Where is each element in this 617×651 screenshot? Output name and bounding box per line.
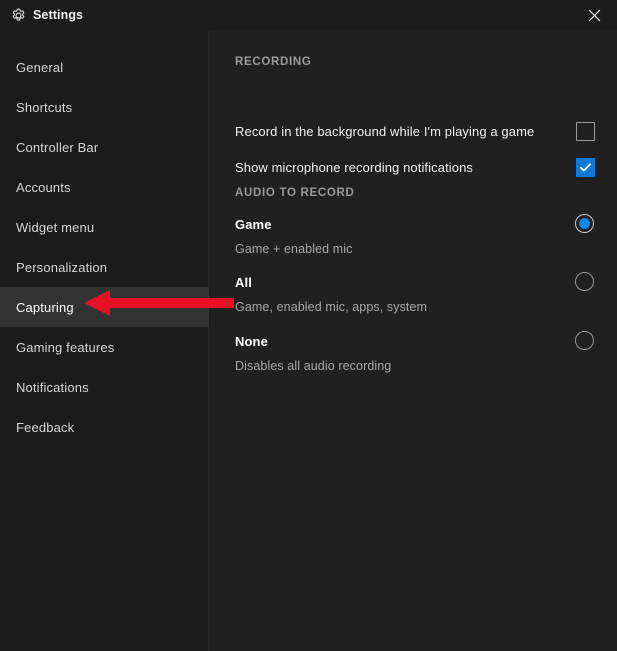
- sidebar-item-general[interactable]: General: [0, 47, 209, 87]
- close-icon: [588, 9, 600, 22]
- sidebar-item-label: General: [16, 59, 64, 75]
- title-bar-left: Settings: [0, 8, 83, 23]
- sidebar-item-widget-menu[interactable]: Widget menu: [0, 207, 209, 247]
- radio-option-texts: All Game, enabled mic, apps, system: [235, 276, 427, 314]
- sidebar-item-controller-bar[interactable]: Controller Bar: [0, 127, 209, 167]
- checkbox-record-in-background[interactable]: [576, 121, 595, 141]
- sidebar-nav-list: General Shortcuts Controller Bar Account…: [0, 47, 209, 447]
- checkbox-mic-notifications[interactable]: [576, 157, 595, 177]
- window-title: Settings: [33, 8, 84, 23]
- sidebar-item-label: Personalization: [16, 259, 108, 275]
- sidebar-item-label: Controller Bar: [16, 139, 99, 155]
- setting-label: Record in the background while I'm playi…: [235, 123, 535, 139]
- radio-option-title: None: [235, 334, 268, 349]
- sidebar-item-label: Notifications: [16, 379, 89, 395]
- sidebar-item-label: Widget menu: [16, 219, 95, 235]
- sidebar-item-label: Feedback: [16, 419, 75, 435]
- radio-option-subtitle: Disables all audio recording: [235, 359, 392, 373]
- radio-option-texts: Game Game + enabled mic: [235, 218, 353, 256]
- settings-window: Settings General Shortcuts Controller Ba…: [0, 0, 617, 651]
- sidebar: General Shortcuts Controller Bar Account…: [0, 31, 209, 651]
- title-bar: Settings: [0, 0, 617, 31]
- radio-button-game[interactable]: [575, 214, 594, 233]
- setting-label: Show microphone recording notifications: [235, 159, 474, 175]
- radio-option-subtitle: Game, enabled mic, apps, system: [235, 300, 428, 314]
- sidebar-item-personalization[interactable]: Personalization: [0, 247, 209, 287]
- sidebar-item-feedback[interactable]: Feedback: [0, 407, 209, 447]
- recording-section-header: RECORDING: [235, 56, 312, 68]
- checkmark-icon: [580, 162, 591, 172]
- sidebar-item-label: Gaming features: [16, 339, 115, 355]
- sidebar-item-shortcuts[interactable]: Shortcuts: [0, 87, 209, 127]
- close-button[interactable]: [571, 0, 617, 31]
- radio-option-subtitle: Game + enabled mic: [235, 242, 353, 256]
- settings-content-panel: RECORDING Record in the background while…: [210, 31, 617, 651]
- radio-option-texts: None Disables all audio recording: [235, 335, 391, 373]
- sidebar-item-label: Shortcuts: [16, 99, 73, 115]
- sidebar-item-label: Capturing: [16, 299, 74, 315]
- setting-row-record-in-background[interactable]: Record in the background while I'm playi…: [235, 119, 595, 143]
- radio-option-title: Game: [235, 217, 272, 232]
- setting-row-mic-notifications[interactable]: Show microphone recording notifications: [235, 155, 595, 179]
- sidebar-item-label: Accounts: [16, 179, 71, 195]
- sidebar-item-notifications[interactable]: Notifications: [0, 367, 209, 407]
- sidebar-item-gaming-features[interactable]: Gaming features: [0, 327, 209, 367]
- audio-to-record-section-header: AUDIO TO RECORD: [235, 187, 355, 199]
- sidebar-item-capturing[interactable]: Capturing: [0, 287, 209, 327]
- radio-option-title: All: [235, 275, 252, 290]
- sidebar-item-accounts[interactable]: Accounts: [0, 167, 209, 207]
- radio-button-all[interactable]: [575, 272, 594, 291]
- radio-button-none[interactable]: [575, 331, 594, 350]
- gear-icon: [11, 8, 26, 23]
